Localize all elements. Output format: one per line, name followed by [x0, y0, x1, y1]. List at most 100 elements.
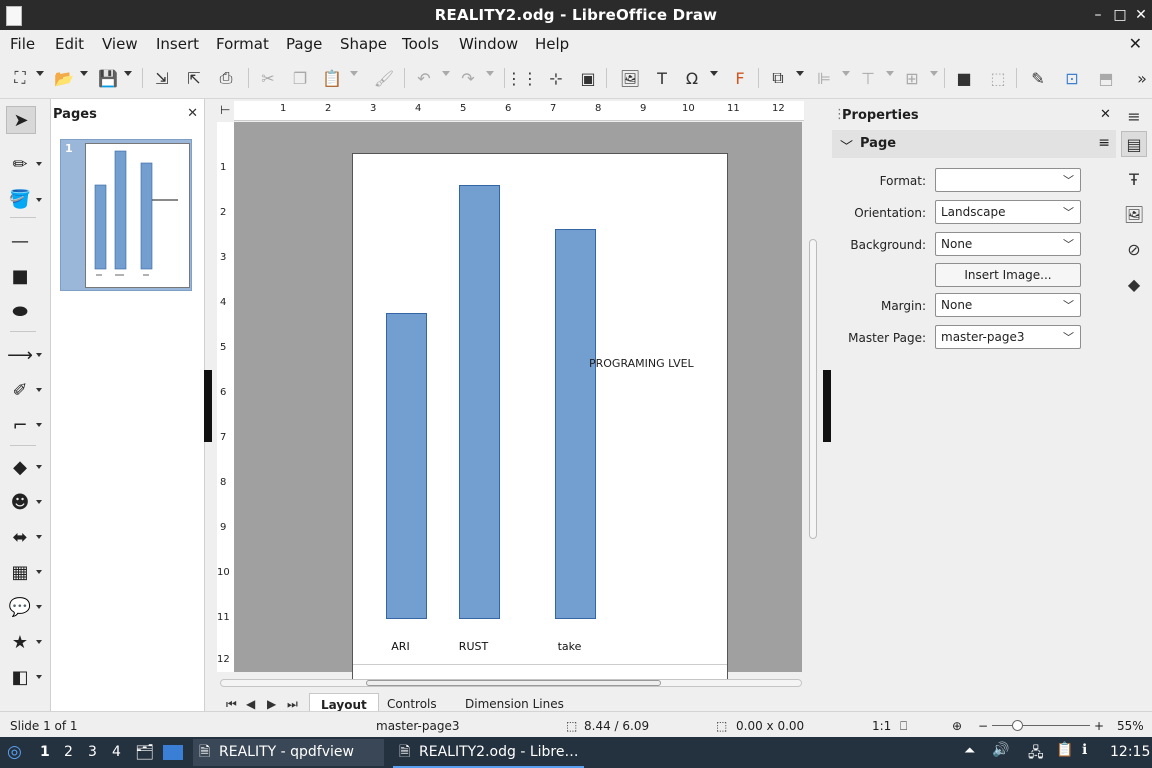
menu-format[interactable]: Format — [216, 35, 269, 53]
transformations-dropdown-icon[interactable] — [796, 71, 804, 76]
arrow-line-icon[interactable]: ⟶ — [6, 342, 34, 368]
margin-select[interactable]: None ﹀ — [935, 293, 1081, 317]
chart-category-label[interactable]: take — [540, 640, 600, 653]
horizontal-scrollbar[interactable] — [220, 679, 802, 687]
line-color-dropdown-icon[interactable] — [36, 162, 42, 166]
menu-edit[interactable]: Edit — [55, 35, 84, 53]
right-panel-splitter[interactable] — [823, 370, 831, 442]
workspace-3[interactable]: 3 — [88, 744, 97, 760]
stars-icon[interactable]: ★ — [6, 629, 34, 655]
connector-dropdown-icon[interactable] — [36, 423, 42, 427]
menu-page[interactable]: Page — [286, 35, 322, 53]
grid-icon[interactable]: ⋮⋮ — [506, 67, 538, 89]
basic-shapes-dropdown-icon[interactable] — [36, 465, 42, 469]
arrow-line-dropdown-icon[interactable] — [36, 353, 42, 357]
insert-textbox-icon[interactable]: T — [650, 67, 674, 89]
chart-bar-take[interactable] — [555, 229, 596, 619]
section-menu-icon[interactable]: ≡ — [1098, 135, 1110, 151]
connector-tool-icon[interactable]: ⌐ — [6, 412, 34, 438]
menu-help[interactable]: Help — [535, 35, 569, 53]
toggle-extrusion-icon[interactable]: ⬒ — [1094, 67, 1118, 89]
next-page-icon[interactable]: ▶ — [267, 697, 276, 711]
fontwork-icon[interactable]: F — [728, 67, 752, 89]
workspace-1[interactable]: 1 — [40, 744, 50, 760]
open-icon[interactable]: 📂 — [52, 67, 76, 89]
arrange-dropdown-icon[interactable] — [886, 71, 894, 76]
menu-window[interactable]: Window — [459, 35, 518, 53]
copy-icon[interactable]: ❐ — [288, 67, 312, 89]
insert-image-button[interactable]: Insert Image... — [935, 263, 1081, 287]
align-dropdown-icon[interactable] — [842, 71, 850, 76]
close-pages-icon[interactable]: ✕ — [187, 106, 198, 121]
arrange-icon[interactable]: ⊤ — [856, 67, 880, 89]
left-panel-splitter[interactable] — [204, 370, 212, 442]
sidebar-menu-icon[interactable]: ≡ — [1121, 103, 1147, 129]
basic-shapes-icon[interactable]: ◆ — [6, 454, 34, 480]
properties-deck-icon[interactable]: ▤ — [1121, 131, 1147, 157]
zoom-slider[interactable] — [992, 725, 1090, 726]
paste-icon[interactable]: 📋 — [320, 67, 344, 89]
close-properties-icon[interactable]: ✕ — [1100, 107, 1111, 122]
undo-icon[interactable]: ↶ — [412, 67, 436, 89]
fit-page-icon[interactable]: ⊕ — [952, 719, 962, 733]
align-icon[interactable]: ⊫ — [812, 67, 836, 89]
chart-bar-rust[interactable] — [459, 185, 500, 619]
clipboard-icon[interactable]: 📋 — [1056, 742, 1073, 758]
save-dropdown-icon[interactable] — [124, 71, 132, 76]
3d-objects-dropdown-icon[interactable] — [36, 675, 42, 679]
shadow-icon[interactable]: ■ — [952, 67, 976, 89]
clock[interactable]: 12:15 — [1110, 744, 1150, 760]
points-icon[interactable]: ✎ — [1026, 67, 1050, 89]
start-menu-icon[interactable]: ◎ — [7, 742, 22, 762]
last-page-icon[interactable]: ⏭ — [287, 697, 298, 712]
background-select[interactable]: None ﹀ — [935, 232, 1081, 256]
styles-deck-icon[interactable]: Ŧ — [1121, 166, 1147, 192]
volume-icon[interactable]: 🔊 — [992, 742, 1009, 758]
paste-dropdown-icon[interactable] — [350, 71, 358, 76]
callouts-dropdown-icon[interactable] — [36, 605, 42, 609]
menu-view[interactable]: View — [102, 35, 138, 53]
format-select[interactable]: ﹀ — [935, 168, 1081, 192]
horizontal-ruler[interactable]: 1 2 3 4 5 6 7 8 9 10 11 12 — [234, 101, 804, 121]
vertical-scrollbar[interactable] — [809, 119, 817, 669]
gallery-deck-icon[interactable]: 🖼 — [1121, 201, 1147, 227]
fill-color-icon[interactable]: 🪣 — [6, 186, 34, 212]
task-libreoffice[interactable]: 🗎 REALITY2.odg - Libre… — [393, 739, 584, 768]
flowchart-dropdown-icon[interactable] — [36, 570, 42, 574]
chart-category-label[interactable]: ARI — [371, 640, 431, 653]
glue-points-icon[interactable]: ⊡ — [1060, 67, 1084, 89]
chart-category-label[interactable]: RUST — [444, 640, 504, 653]
workspace-2[interactable]: 2 — [64, 744, 73, 760]
menu-tools[interactable]: Tools — [402, 35, 439, 53]
desktop-icon[interactable] — [163, 745, 183, 760]
stars-dropdown-icon[interactable] — [36, 640, 42, 644]
orientation-select[interactable]: Landscape ﹀ — [935, 200, 1081, 224]
menu-insert[interactable]: Insert — [156, 35, 199, 53]
close-document-icon[interactable]: ✕ — [1129, 34, 1142, 53]
rectangle-tool-icon[interactable]: ■ — [6, 263, 34, 289]
flowchart-icon[interactable]: ▦ — [6, 559, 34, 585]
collapse-chevron-icon[interactable]: ﹀ — [840, 136, 853, 155]
curve-dropdown-icon[interactable] — [36, 388, 42, 392]
more-toolbar-icon[interactable]: » — [1130, 67, 1152, 89]
chart-bar-ari[interactable] — [386, 313, 427, 619]
updates-icon[interactable]: ℹ — [1082, 742, 1087, 758]
curve-tool-icon[interactable]: ✐ — [6, 377, 34, 403]
zoom-dropdown-icon[interactable] — [36, 71, 44, 76]
ruler-origin-icon[interactable]: ⊢ — [220, 103, 230, 117]
chart-title-text[interactable]: PROGRAMING LVEL — [589, 357, 725, 370]
helplines-icon[interactable]: ⊹ — [544, 67, 568, 89]
open-dropdown-icon[interactable] — [80, 71, 88, 76]
redo-icon[interactable]: ↷ — [456, 67, 480, 89]
select-arrow-icon[interactable]: ➤ — [6, 106, 36, 134]
workspace-4[interactable]: 4 — [112, 744, 121, 760]
zoom-slider-handle[interactable] — [1012, 720, 1023, 731]
transformations-icon[interactable]: ⧉ — [766, 67, 790, 89]
page-section-header[interactable]: ﹀ Page ≡ — [832, 130, 1116, 158]
callouts-icon[interactable]: 💬 — [6, 594, 34, 620]
block-arrows-dropdown-icon[interactable] — [36, 535, 42, 539]
navigator-deck-icon[interactable]: ⊘ — [1121, 236, 1147, 262]
zoom-pan-icon[interactable]: ⛶ — [8, 67, 32, 89]
menu-shape[interactable]: Shape — [340, 35, 387, 53]
crop-icon[interactable]: ⬚ — [986, 67, 1010, 89]
